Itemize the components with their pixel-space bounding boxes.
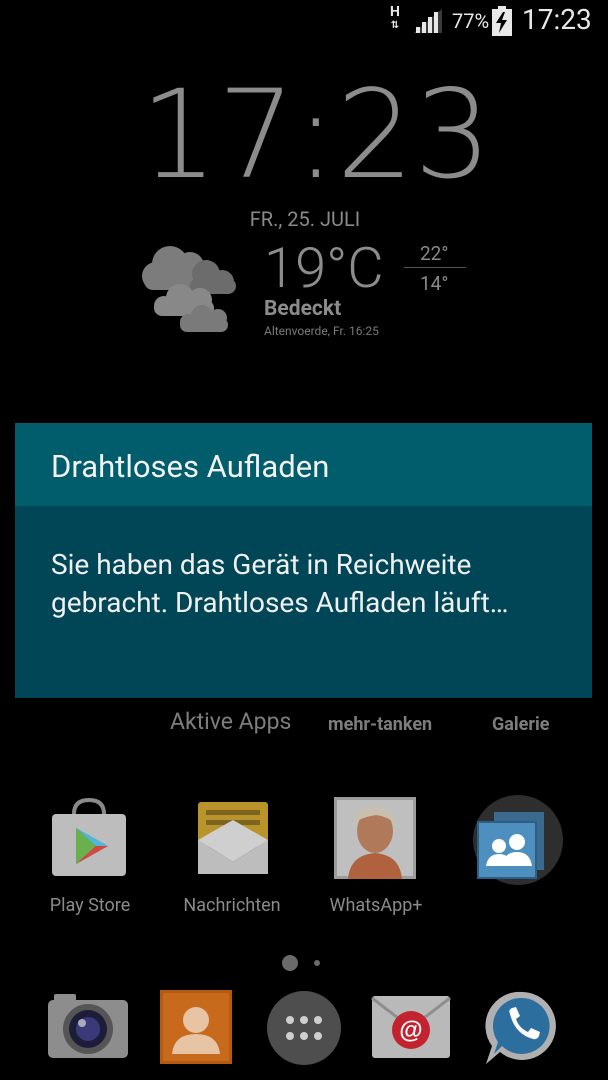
app-label-whatsapp-plus: WhatsApp+ bbox=[329, 895, 423, 916]
wireless-charging-dialog[interactable]: Drahtloses Aufladen Sie haben das Gerät … bbox=[15, 423, 592, 698]
page-dot-active bbox=[282, 955, 298, 971]
hi-lo-divider bbox=[404, 267, 466, 268]
dock-camera[interactable] bbox=[46, 992, 130, 1066]
email-icon: @ bbox=[371, 996, 451, 1058]
dialog-header: Drahtloses Aufladen bbox=[15, 423, 592, 506]
app-label-play-store: Play Store bbox=[49, 895, 131, 916]
battery-charging-icon bbox=[492, 6, 512, 36]
dock-email[interactable]: @ bbox=[370, 994, 452, 1064]
dialog-message: Sie haben das Gerät in Reichweite gebrac… bbox=[51, 548, 509, 619]
messages-icon bbox=[198, 802, 268, 874]
clock-widget-date: FR., 25. JULI bbox=[249, 207, 361, 231]
temperature: 19°C bbox=[264, 235, 384, 301]
active-apps-label[interactable]: Aktive Apps bbox=[170, 708, 291, 735]
contact-photo-icon bbox=[334, 797, 416, 879]
contacts-icon bbox=[160, 990, 232, 1064]
dock-phone[interactable] bbox=[482, 988, 562, 1072]
dock-app-drawer[interactable] bbox=[266, 990, 342, 1070]
svg-text:@: @ bbox=[399, 1017, 422, 1044]
phone-icon bbox=[485, 991, 556, 1064]
dialog-title: Drahtloses Aufladen bbox=[51, 448, 330, 485]
clock-widget-time[interactable]: 17:23 bbox=[140, 70, 492, 200]
weather-location-time: Altenvoerde, Fr. 16:25 bbox=[264, 324, 379, 338]
battery-percent: 77% bbox=[452, 9, 490, 33]
page-dot bbox=[314, 960, 320, 966]
temperature-low: 14° bbox=[420, 272, 449, 295]
app-nachrichten[interactable] bbox=[196, 800, 270, 880]
temperature-high: 22° bbox=[420, 242, 449, 265]
dock-contacts[interactable] bbox=[160, 990, 232, 1068]
mehr-tanken-label[interactable]: mehr-tanken bbox=[328, 714, 432, 735]
app-drawer-icon bbox=[267, 991, 341, 1065]
contacts-folder-icon bbox=[473, 795, 563, 885]
app-whatsapp-plus[interactable] bbox=[334, 797, 416, 883]
app-contacts-folder[interactable] bbox=[472, 794, 564, 890]
play-store-icon bbox=[52, 797, 126, 876]
weather-condition: Bedeckt bbox=[264, 297, 342, 321]
camera-icon bbox=[48, 994, 128, 1058]
app-play-store[interactable] bbox=[46, 797, 132, 884]
cloudy-weather-icon[interactable] bbox=[140, 242, 240, 334]
galerie-label[interactable]: Galerie bbox=[492, 714, 549, 735]
status-time: 17:23 bbox=[522, 3, 592, 36]
signal-icon bbox=[414, 9, 442, 33]
app-label-nachrichten: Nachrichten bbox=[183, 895, 281, 916]
network-type-indicator: H ⇅ bbox=[390, 4, 400, 31]
status-bar: H ⇅ 77% 17:23 bbox=[0, 0, 608, 42]
